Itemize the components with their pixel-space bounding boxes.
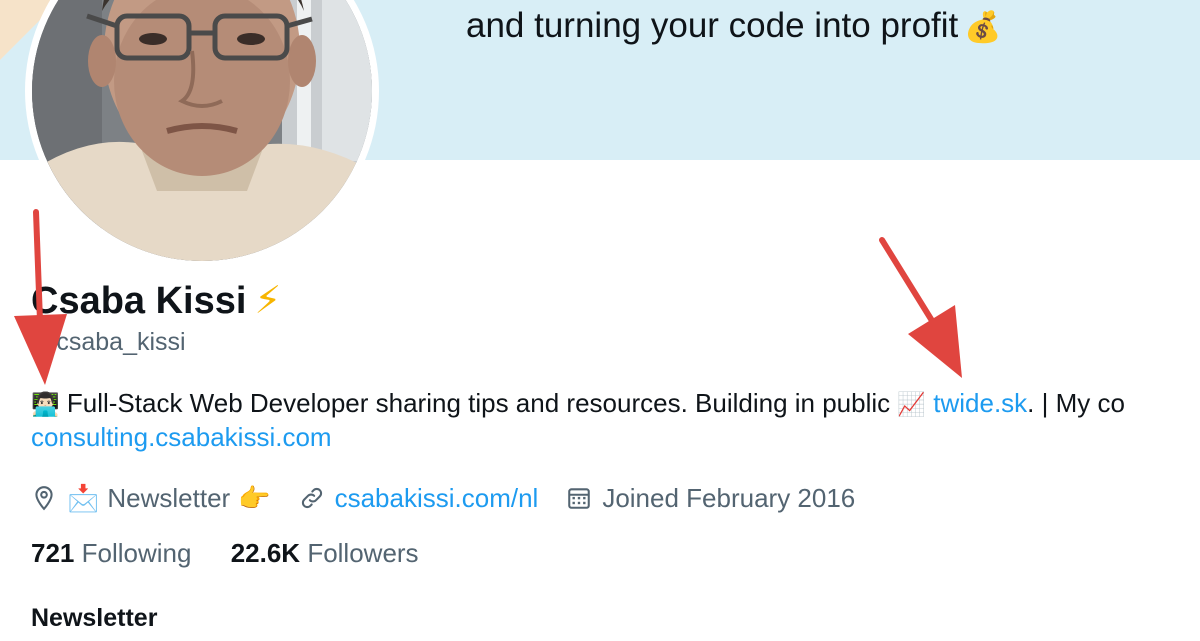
banner-caption: and turning your code into profit: [466, 6, 959, 45]
website-link[interactable]: csabakissi.com/nl: [335, 483, 539, 514]
avatar[interactable]: [25, 0, 379, 268]
profile-handle: @csaba_kissi: [31, 328, 186, 356]
profile-name: Csaba Kissi ⚡: [31, 278, 281, 323]
location-pin-icon: [31, 485, 57, 511]
section-title: Newsletter: [31, 604, 158, 632]
following-link[interactable]: 721 Following: [31, 538, 191, 568]
bio-link-consulting[interactable]: consulting.csabakissi.com: [31, 422, 332, 452]
calendar-icon: [566, 485, 592, 511]
money-bag-icon: 💰: [964, 11, 1002, 44]
bio-line-2: consulting.csabakissi.com: [31, 422, 332, 453]
avatar-illustration: [32, 0, 372, 261]
bio-text: Full-Stack Web Developer sharing tips an…: [66, 388, 891, 418]
location-text: Newsletter: [107, 482, 231, 513]
display-name: Csaba Kissi: [31, 280, 247, 322]
banner-text: and turning your code into profit 💰: [466, 6, 1002, 46]
technologist-icon: 👨🏻‍💻: [31, 391, 60, 417]
followers-label: Followers: [307, 538, 419, 568]
following-count: 721: [31, 538, 75, 568]
chart-increasing-icon: 📈: [897, 391, 927, 417]
profile-meta: 📩 Newsletter 👉 csabakissi.com/nl Joined …: [31, 480, 855, 516]
envelope-arrow-icon: 📩: [67, 482, 100, 513]
avatar-photo: [32, 0, 372, 261]
following-label: Following: [81, 538, 192, 568]
lightning-icon: ⚡: [254, 280, 282, 322]
profile-bio: 👨🏻‍💻 Full-Stack Web Developer sharing ti…: [31, 386, 1200, 422]
bio-link-twide[interactable]: twide.sk: [933, 388, 1027, 418]
followers-count: 22.6K: [230, 538, 301, 568]
follow-stats: 721 Following 22.6K Followers: [31, 538, 419, 569]
followers-link[interactable]: 22.6K Followers: [231, 538, 419, 568]
pointing-right-icon: 👉: [238, 482, 271, 513]
arrow-right: [879, 237, 962, 378]
bio-text-continued: . | My co: [1027, 388, 1125, 418]
link-icon: [299, 485, 325, 511]
joined-date: Joined February 2016: [602, 482, 856, 513]
profile-page: and turning your code into profit 💰 Csab…: [0, 0, 1200, 641]
